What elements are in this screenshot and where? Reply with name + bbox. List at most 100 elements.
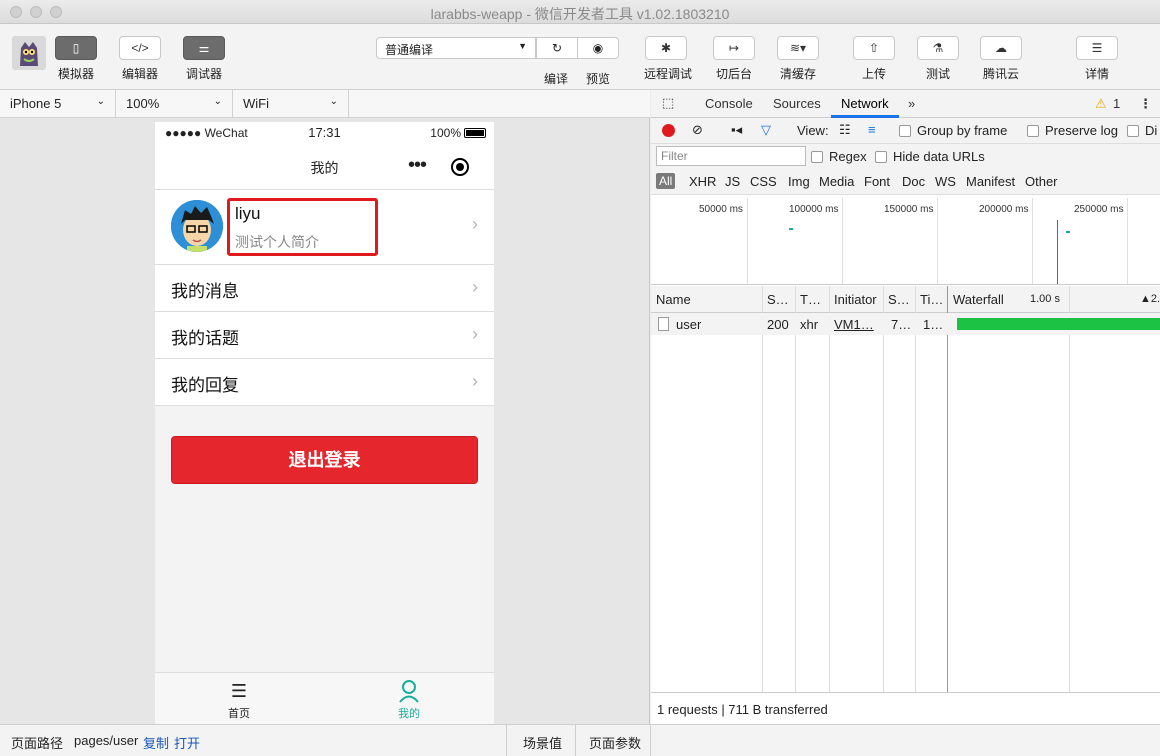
tab-console[interactable]: Console — [705, 96, 753, 111]
profile-row[interactable]: liyu 测试个人简介 › — [155, 190, 494, 265]
network-toolbar: ⊘ ▪◂ ▽ View: ☷ ≡ Group by frame Preserve… — [651, 118, 1160, 144]
editor-button[interactable]: </> 编辑器 — [118, 36, 162, 82]
menu-item-topics[interactable]: 我的话题 › — [155, 312, 494, 359]
column-divider — [883, 286, 884, 724]
menu-icon: ☰ — [1076, 36, 1118, 60]
timeline-gridline — [937, 198, 938, 284]
type-filter-media[interactable]: Media — [819, 174, 854, 189]
type-filter-all[interactable]: All — [656, 173, 676, 189]
column-type[interactable]: T… — [800, 292, 821, 307]
type-filter-img[interactable]: Img — [788, 174, 810, 189]
more-tabs-icon[interactable]: » — [908, 96, 915, 111]
tab-network[interactable]: Network — [841, 96, 889, 111]
table-row[interactable]: user 200 xhr VM1… 7… 1… — [651, 313, 1160, 335]
hide-data-urls-checkbox[interactable]: Hide data URLs — [875, 149, 985, 164]
waterfall-view-icon[interactable]: ≡ — [868, 122, 876, 137]
record-icon[interactable] — [662, 124, 675, 137]
menu-item-replies[interactable]: 我的回复 › — [155, 359, 494, 406]
open-path-link[interactable]: 打开 — [174, 733, 200, 752]
preview-icon-button[interactable]: ◉ — [577, 37, 619, 59]
waterfall-time-label: 1.00 s — [1030, 293, 1060, 305]
page-path-value: pages/user — [74, 733, 139, 748]
column-time[interactable]: Ti… — [920, 292, 943, 307]
background-button[interactable]: ↦ 切后台 — [712, 36, 756, 82]
column-waterfall[interactable]: Waterfall — [953, 292, 1004, 307]
debugger-label: 调试器 — [185, 67, 222, 81]
simulator-button[interactable]: ▯ 模拟器 — [54, 36, 98, 82]
zoom-select[interactable]: 100% ⌄ — [116, 90, 233, 118]
column-status[interactable]: S… — [767, 292, 789, 307]
network-select[interactable]: WiFi ⌄ — [233, 90, 349, 118]
remote-debug-label: 远程调试 — [644, 67, 693, 81]
disable-cache-checkbox[interactable]: Di — [1127, 123, 1157, 138]
type-filter-doc[interactable]: Doc — [902, 174, 925, 189]
tencent-cloud-label: 腾讯云 — [982, 67, 1019, 81]
tencent-cloud-button[interactable]: ☁ 腾讯云 — [979, 36, 1023, 82]
compile-mode-select[interactable]: 普通编译 ▼ — [376, 37, 536, 59]
type-filter-font[interactable]: Font — [864, 174, 890, 189]
type-filter-css[interactable]: CSS — [750, 174, 777, 189]
type-filter-ws[interactable]: WS — [935, 174, 956, 189]
upload-button[interactable]: ⇧ 上传 — [852, 36, 896, 82]
timeline-label: 100000 ms — [789, 204, 839, 215]
debugger-button[interactable]: ⚌ 调试器 — [182, 36, 226, 82]
tab-home[interactable]: ☰ 首页 — [199, 679, 279, 721]
type-filter-xhr[interactable]: XHR — [689, 174, 716, 189]
tab-mine[interactable]: 我的 — [369, 679, 449, 721]
request-status: 200 — [767, 317, 789, 332]
checkbox-icon — [1027, 125, 1039, 137]
title-bar: larabbs-weapp - 微信开发者工具 v1.02.1803210 — [0, 0, 1160, 24]
type-filter-other[interactable]: Other — [1025, 174, 1058, 189]
request-table-header: Name S… T… Initiator S… Ti… Waterfall 1.… — [651, 286, 1160, 313]
filter-input[interactable]: Filter — [656, 146, 806, 166]
clear-icon[interactable]: ⊘ — [692, 122, 703, 138]
page-params-button[interactable]: 页面参数 — [589, 733, 641, 752]
column-divider — [915, 286, 916, 724]
close-miniprogram-icon[interactable] — [451, 158, 469, 176]
details-button[interactable]: ☰ 详情 — [1075, 36, 1119, 82]
menu-item-label: 我的消息 — [171, 282, 239, 301]
chevron-right-icon: › — [472, 371, 478, 391]
phone-nav-bar: 我的 ••• — [155, 144, 494, 190]
scene-value-button[interactable]: 场景值 — [523, 733, 562, 752]
group-by-frame-checkbox[interactable]: Group by frame — [899, 123, 1007, 138]
regex-label: Regex — [829, 149, 867, 164]
filter-icon[interactable]: ▽ — [761, 122, 771, 138]
tab-sources[interactable]: Sources — [773, 96, 821, 111]
more-options-icon[interactable]: ••• — [408, 154, 427, 177]
network-overview-timeline[interactable]: 50000 ms 100000 ms 150000 ms 200000 ms 2… — [651, 198, 1160, 285]
test-button[interactable]: ⚗ 测试 — [916, 36, 960, 82]
column-size[interactable]: S… — [888, 292, 910, 307]
bottom-status-bar: 页面路径 pages/user 复制 打开 场景值 页面参数 — [0, 724, 1160, 756]
phone-status-bar: ●●●●● WeChat 17:31 100% — [155, 122, 494, 144]
preserve-log-checkbox[interactable]: Preserve log — [1027, 123, 1118, 138]
menu-item-messages[interactable]: 我的消息 › — [155, 265, 494, 312]
clear-cache-button[interactable]: ≋▾ 清缓存 — [776, 36, 820, 82]
logout-button[interactable]: 退出登录 — [171, 436, 478, 484]
inspect-element-icon[interactable]: ⬚ — [662, 95, 674, 111]
warning-icon[interactable]: ⚠ — [1095, 96, 1107, 112]
camera-icon[interactable]: ▪◂ — [731, 122, 742, 138]
type-filter-js[interactable]: JS — [725, 174, 740, 189]
account-avatar[interactable] — [12, 36, 46, 70]
kebab-menu-icon[interactable]: ⋮ — [1139, 96, 1152, 112]
type-filter-manifest[interactable]: Manifest — [966, 174, 1015, 189]
request-time: 1… — [923, 317, 944, 332]
device-model-select[interactable]: iPhone 5 ⌄ — [0, 90, 116, 118]
regex-checkbox[interactable]: Regex — [811, 149, 867, 164]
column-name[interactable]: Name — [656, 292, 691, 307]
devtools-panel: ⬚ Console Sources Network » ⚠ 1 ⋮ ⊘ ▪◂ ▽… — [651, 90, 1160, 724]
timeline-label: 150000 ms — [884, 204, 934, 215]
timeline-gridline — [1032, 198, 1033, 284]
column-initiator[interactable]: Initiator — [834, 292, 877, 307]
details-label: 详情 — [1084, 67, 1109, 81]
list-view-icon[interactable]: ☷ — [839, 122, 851, 138]
request-initiator-link[interactable]: VM1… — [834, 317, 874, 332]
divider — [575, 725, 576, 756]
timeline-label: 250000 ms — [1074, 204, 1124, 215]
copy-path-link[interactable]: 复制 — [143, 733, 169, 752]
compile-icon-button[interactable]: ↻ — [536, 37, 578, 59]
code-icon: </> — [119, 36, 161, 60]
remote-debug-button[interactable]: ✱ 远程调试 — [644, 36, 693, 82]
sliders-icon: ⚌ — [183, 36, 225, 60]
